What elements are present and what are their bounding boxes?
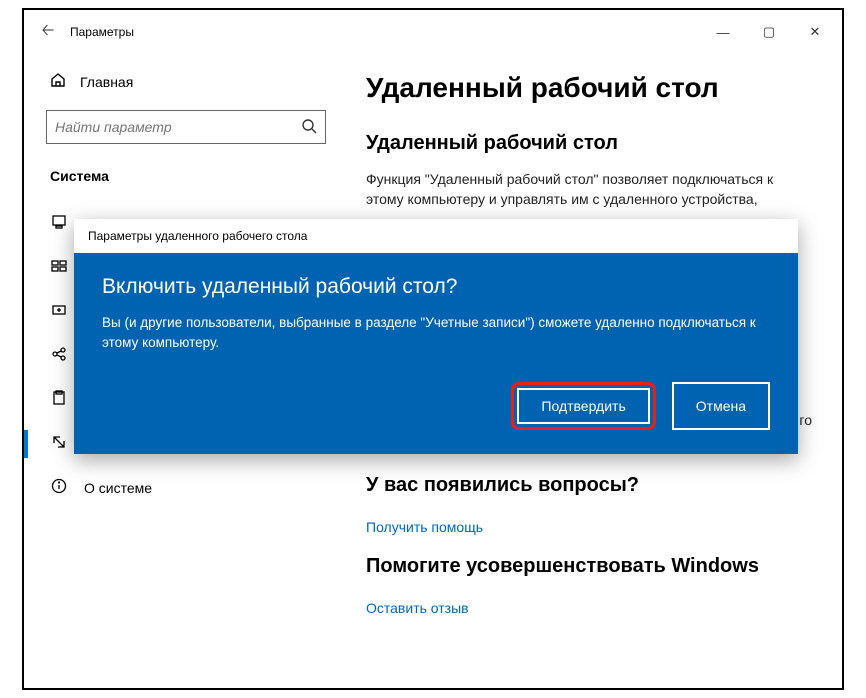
category-header: Система <box>50 168 332 184</box>
confirmation-dialog: Параметры удаленного рабочего стола Вклю… <box>74 219 798 454</box>
minimize-button[interactable]: — <box>700 17 746 47</box>
improve-title: Помогите усовершенствовать Windows <box>366 555 812 578</box>
search-box[interactable] <box>46 110 326 144</box>
questions-title: У вас появились вопросы? <box>366 474 812 497</box>
confirm-highlight: Подтвердить <box>511 382 655 430</box>
dialog-body: Включить удаленный рабочий стол? Вы (и д… <box>74 253 798 454</box>
dialog-text: Вы (и другие пользователи, выбранные в р… <box>102 313 770 352</box>
info-icon <box>50 478 68 498</box>
resize-icon <box>50 214 68 234</box>
nav-item-about[interactable]: О системе <box>24 466 332 510</box>
section-title: Удаленный рабочий стол <box>366 132 812 155</box>
share-icon <box>50 346 68 366</box>
dialog-actions: Подтвердить Отмена <box>102 382 770 430</box>
caption-buttons: — ▢ ✕ <box>700 17 838 47</box>
search-input[interactable] <box>55 119 301 135</box>
multitask-icon <box>50 258 68 278</box>
page-title: Удаленный рабочий стол <box>366 72 812 104</box>
remote-icon <box>50 434 68 454</box>
dialog-title: Параметры удаленного рабочего стола <box>74 219 798 253</box>
titlebar: 🡠 Параметры — ▢ ✕ <box>24 10 842 54</box>
home-row[interactable]: Главная <box>50 72 332 92</box>
window-title: Параметры <box>70 25 134 39</box>
close-button[interactable]: ✕ <box>792 17 838 47</box>
cancel-button[interactable]: Отмена <box>672 382 770 430</box>
section-body: Функция "Удаленный рабочий стол" позволя… <box>366 169 812 210</box>
clipboard-icon <box>50 390 68 410</box>
home-label: Главная <box>80 74 133 90</box>
confirm-button[interactable]: Подтвердить <box>517 388 649 424</box>
feedback-link[interactable]: Оставить отзыв <box>366 600 469 616</box>
dialog-heading: Включить удаленный рабочий стол? <box>102 275 770 299</box>
project-icon <box>50 302 68 322</box>
maximize-button[interactable]: ▢ <box>746 17 792 47</box>
nav-label: О системе <box>84 480 152 496</box>
home-icon <box>50 72 66 92</box>
search-icon <box>301 118 317 137</box>
back-button[interactable]: 🡠 <box>28 19 68 46</box>
help-link[interactable]: Получить помощь <box>366 519 483 535</box>
